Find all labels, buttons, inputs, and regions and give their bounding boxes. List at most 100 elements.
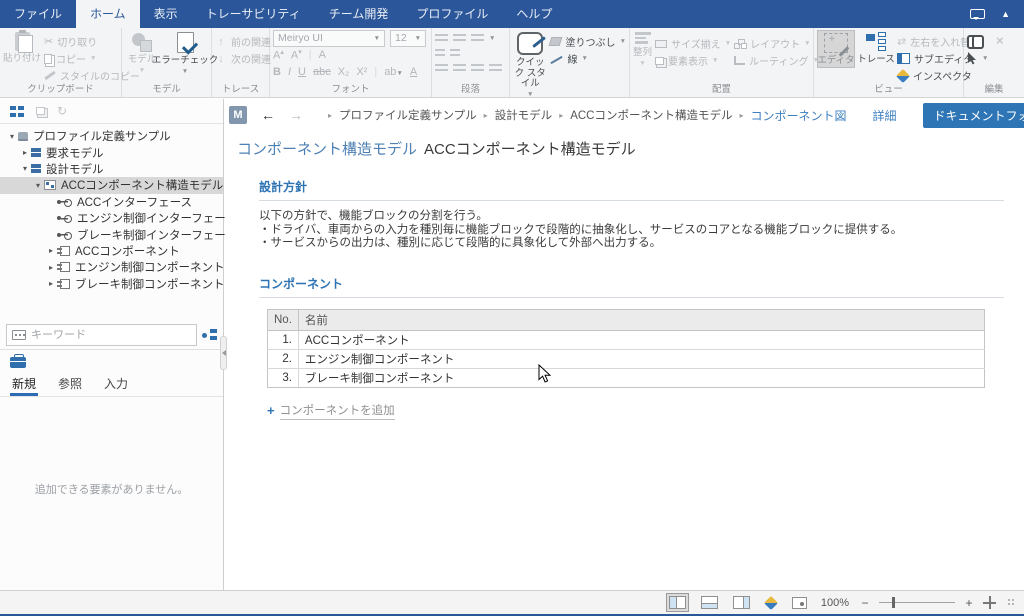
inspector-toggle-button[interactable]: [762, 594, 780, 612]
layout-left-pane-button[interactable]: [666, 593, 689, 612]
paste-button[interactable]: 貼り付け: [3, 30, 41, 65]
search-binoculars-icon[interactable]: [967, 35, 984, 46]
align-right-icon[interactable]: [471, 64, 484, 74]
multilevel-list-icon[interactable]: [471, 34, 484, 44]
select-cursor-icon[interactable]: [967, 52, 977, 65]
zoom-slider[interactable]: [879, 595, 955, 610]
add-component-button[interactable]: + コンポーネントを追加: [267, 402, 1004, 420]
tree-item[interactable]: ▾プロファイル定義サンプル: [0, 128, 223, 144]
tree-item[interactable]: ▸ACCコンポーネント: [0, 243, 223, 259]
toolbox-tab-参照[interactable]: 参照: [58, 373, 82, 396]
view-button-document-form[interactable]: ドキュメントフォーム: [923, 103, 1024, 128]
strikethrough-button[interactable]: abc: [313, 66, 331, 78]
tree-item[interactable]: ▸エンジン制御コンポーネント: [0, 259, 223, 275]
model-badge[interactable]: M: [229, 106, 247, 124]
tree-item[interactable]: ACCインターフェース: [0, 194, 223, 210]
tab-ファイル[interactable]: ファイル: [0, 0, 76, 28]
view-link-component-diagram[interactable]: コンポーネント図: [751, 107, 847, 124]
tab-表示[interactable]: 表示: [140, 0, 192, 28]
align-justify-icon[interactable]: [489, 64, 502, 74]
toolbox-tab-新規[interactable]: 新規: [12, 373, 36, 396]
clear-format-button[interactable]: A: [319, 49, 326, 61]
back-arrow-icon[interactable]: ←: [261, 107, 275, 123]
prev-relation-button[interactable]: ↑前の関連: [215, 35, 271, 48]
routing-button[interactable]: ルーティング▼: [734, 54, 819, 67]
sync-view-icon[interactable]: ↻: [57, 104, 67, 118]
view-link-detail[interactable]: 詳細: [873, 107, 897, 124]
tab-トレーサビリティ[interactable]: トレーサビリティ: [192, 0, 315, 28]
expander-icon[interactable]: ▸: [19, 148, 31, 157]
tab-ホーム[interactable]: ホーム: [76, 0, 140, 28]
editor-view-button[interactable]: エディタ: [817, 30, 855, 68]
subscript-button[interactable]: X₂: [338, 66, 350, 78]
expander-icon[interactable]: ▸: [45, 263, 57, 272]
tree-item[interactable]: ▾設計モデル: [0, 161, 223, 177]
breadcrumb-item[interactable]: ACCコンポーネント構造モデル: [570, 107, 732, 123]
tree-item[interactable]: ▸要求モデル: [0, 144, 223, 160]
font-family-combo[interactable]: Meiryo UI▼: [273, 30, 385, 47]
expander-icon[interactable]: ▾: [19, 164, 31, 173]
zoom-out-button[interactable]: −: [860, 596, 870, 610]
layout-button[interactable]: レイアウト▼: [734, 37, 819, 50]
quick-style-button[interactable]: クイック スタイル ▼: [513, 30, 547, 100]
bold-button[interactable]: B: [273, 66, 281, 78]
align-center-icon[interactable]: [453, 64, 466, 74]
tree-item[interactable]: エンジン制御インターフェース: [0, 210, 223, 226]
line-button[interactable]: 線▼: [550, 52, 626, 65]
keyword-search-input[interactable]: [31, 329, 191, 341]
breadcrumb-item[interactable]: プロファイル定義サンプル: [339, 107, 477, 123]
design-policy-text[interactable]: 以下の方針で、機能ブロックの分割を行う。・ドライバ、車両からの入力を種別毎に機能…: [259, 210, 1004, 251]
layout-bottom-pane-button[interactable]: [698, 593, 721, 612]
breadcrumb-item[interactable]: 設計モデル: [495, 107, 553, 123]
table-row[interactable]: 1.ACCコンポーネント: [268, 330, 985, 349]
grow-font-button[interactable]: A▴: [273, 48, 284, 62]
size-align-button[interactable]: サイズ揃え▼: [655, 37, 731, 50]
align-left-icon[interactable]: [435, 64, 448, 74]
toolbox-icon[interactable]: [10, 357, 26, 368]
table-row[interactable]: 2.エンジン制御コンポーネント: [268, 349, 985, 368]
pan-view-icon[interactable]: [983, 596, 996, 609]
error-check-button[interactable]: エラーチェック ▼: [162, 30, 208, 77]
expander-icon[interactable]: ▸: [45, 246, 57, 255]
italic-button[interactable]: I: [288, 66, 291, 78]
next-relation-button[interactable]: ↓次の関連: [215, 52, 271, 65]
decrease-indent-icon[interactable]: [435, 49, 445, 59]
font-size-combo[interactable]: 12▼: [390, 30, 426, 47]
superscript-button[interactable]: X²: [356, 66, 367, 78]
toolbox-tab-入力[interactable]: 入力: [104, 373, 128, 396]
expander-icon[interactable]: ▸: [45, 279, 57, 288]
delete-x-icon[interactable]: ×: [996, 33, 1004, 48]
table-row[interactable]: 3.ブレーキ制御コンポーネント: [268, 368, 985, 387]
panel-collapse-handle[interactable]: [220, 336, 227, 370]
numbered-list-icon[interactable]: [453, 34, 466, 44]
expander-icon[interactable]: ▾: [32, 181, 44, 190]
model-button[interactable]: モデル ▼: [125, 30, 159, 76]
tree-item[interactable]: ブレーキ制御インターフェース: [0, 226, 223, 242]
underline-button[interactable]: U: [298, 66, 306, 78]
resize-grip[interactable]: [1007, 598, 1016, 607]
increase-indent-icon[interactable]: [450, 49, 460, 59]
zoom-slider-handle[interactable]: [892, 597, 895, 608]
bullet-list-icon[interactable]: [435, 34, 448, 44]
duplicate-view-icon[interactable]: [36, 107, 45, 115]
font-color-button[interactable]: A: [410, 66, 417, 78]
zoom-in-button[interactable]: +: [964, 596, 974, 610]
align-button[interactable]: 整列 ▼: [633, 30, 652, 69]
collapse-ribbon-icon[interactable]: ▲: [1001, 9, 1010, 19]
tree-item[interactable]: ▸ブレーキ制御コンポーネント: [0, 276, 223, 292]
feedback-bubble-icon[interactable]: [970, 9, 985, 19]
highlight-button[interactable]: ab▼: [384, 66, 403, 78]
tree-view-icon[interactable]: [10, 106, 24, 117]
screen-toggle-button[interactable]: [789, 594, 810, 612]
trace-view-button[interactable]: トレース: [858, 30, 894, 66]
expander-icon[interactable]: ▾: [6, 132, 18, 141]
tree-item[interactable]: ▾ACCコンポーネント構造モデル: [0, 177, 223, 193]
tab-ヘルプ[interactable]: ヘルプ: [502, 0, 566, 28]
element-display-button[interactable]: 要素表示▼: [655, 54, 731, 67]
forward-arrow-icon[interactable]: →: [289, 107, 303, 123]
layout-right-pane-button[interactable]: [730, 593, 753, 612]
tab-プロファイル[interactable]: プロファイル: [402, 0, 502, 28]
model-filter-icon[interactable]: [202, 329, 217, 341]
fill-button[interactable]: 塗りつぶし▼: [550, 35, 626, 48]
shrink-font-button[interactable]: A▾: [291, 48, 302, 62]
